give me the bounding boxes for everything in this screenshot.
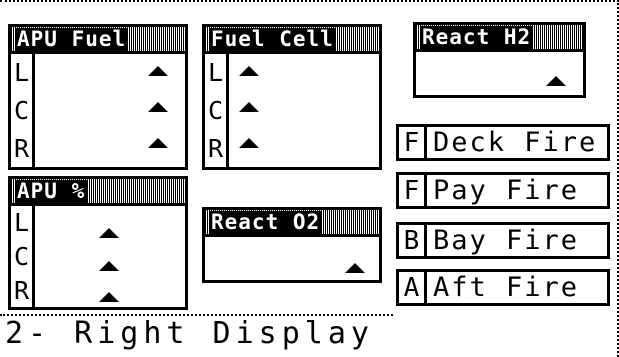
react-o2-body [202, 237, 382, 283]
apu-percent-lcr-labels: L C R [11, 206, 35, 307]
react-h2-indicator [546, 76, 566, 86]
apu-percent-gauge: APU % L C R [8, 176, 188, 310]
apu-percent-title: APU % [15, 178, 88, 203]
apu-percent-label-l: L [13, 208, 30, 238]
react-h2-title: React H2 [420, 24, 534, 49]
deck-fire-button[interactable]: F Deck Fire [396, 124, 610, 161]
bay-fire-label: Bay Fire [433, 225, 580, 256]
apu-percent-label-c: C [13, 241, 30, 271]
apu-percent-label-r: R [13, 275, 30, 305]
apu-fuel-header: APU Fuel [8, 24, 188, 54]
deck-fire-tag: F [399, 127, 427, 158]
display-screen: APU Fuel L C R Fuel Cell L C R React H2 … [0, 0, 619, 357]
fuel-cell-l-indicator [239, 66, 259, 76]
pay-fire-button[interactable]: F Pay Fire [396, 172, 610, 209]
apu-fuel-label-l: L [13, 58, 30, 88]
apu-fuel-r-indicator [148, 138, 168, 148]
fuel-cell-title: Fuel Cell [209, 26, 336, 51]
react-h2-header: React H2 [413, 22, 586, 52]
react-o2-indicator [345, 263, 365, 273]
bay-fire-tag: B [399, 225, 427, 256]
fuel-cell-lcr-labels: L C R [205, 54, 229, 167]
apu-percent-header: APU % [8, 176, 188, 206]
apu-fuel-body: L C R [8, 54, 188, 170]
pay-fire-label: Pay Fire [433, 175, 580, 206]
fuel-cell-r-indicator [239, 138, 259, 148]
fuel-cell-body: L C R [202, 54, 382, 170]
fuel-cell-label-r: R [207, 133, 224, 163]
react-o2-header: React O2 [202, 207, 382, 237]
react-h2-gauge: React H2 [413, 22, 586, 98]
fuel-cell-label-l: L [207, 58, 224, 88]
display-footer-label: 2- Right Display [5, 316, 374, 351]
apu-fuel-l-indicator [148, 66, 168, 76]
apu-percent-l-indicator [99, 228, 119, 238]
react-o2-title: React O2 [209, 209, 323, 234]
fuel-cell-gauge: Fuel Cell L C R [202, 24, 382, 170]
apu-percent-r-indicator [99, 292, 119, 302]
fuel-cell-label-c: C [207, 95, 224, 125]
aft-fire-label: Aft Fire [433, 272, 580, 303]
apu-percent-c-indicator [99, 261, 119, 271]
aft-fire-tag: A [399, 272, 427, 303]
aft-fire-button[interactable]: A Aft Fire [396, 269, 610, 306]
deck-fire-label: Deck Fire [433, 127, 598, 158]
apu-fuel-label-c: C [13, 95, 30, 125]
apu-percent-body: L C R [8, 206, 188, 310]
fuel-cell-header: Fuel Cell [202, 24, 382, 54]
apu-fuel-label-r: R [13, 133, 30, 163]
bay-fire-button[interactable]: B Bay Fire [396, 222, 610, 259]
react-h2-body [413, 52, 586, 98]
pay-fire-tag: F [399, 175, 427, 206]
fuel-cell-c-indicator [239, 102, 259, 112]
apu-fuel-lcr-labels: L C R [11, 54, 35, 167]
react-o2-gauge: React O2 [202, 207, 382, 283]
apu-fuel-c-indicator [148, 102, 168, 112]
apu-fuel-gauge: APU Fuel L C R [8, 24, 188, 170]
apu-fuel-title: APU Fuel [15, 26, 129, 51]
